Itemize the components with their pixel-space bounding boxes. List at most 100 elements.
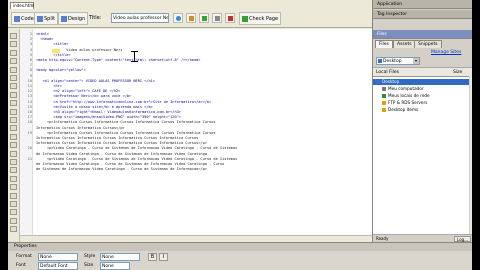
application-panel-header[interactable]: Application (373, 0, 472, 9)
code-line: </title> (36, 52, 71, 57)
coding-tool-icon[interactable] (10, 159, 17, 165)
visual-aids-button[interactable] (225, 13, 235, 23)
style-select[interactable]: None (100, 253, 140, 261)
line-number: 20 (27, 146, 32, 151)
split-view-button[interactable]: Split (34, 12, 59, 25)
file-tree-item[interactable]: Desktop items (373, 107, 472, 113)
code-line: <meta http-equiv="Content-Type" content=… (36, 58, 201, 62)
line-number: 14 (27, 99, 32, 104)
file-tree-scrollbar[interactable] (469, 76, 472, 236)
refresh-button[interactable] (199, 13, 209, 23)
coding-tool-icon[interactable] (10, 125, 17, 132)
file-tree-item[interactable]: Meu computador (373, 86, 472, 92)
right-panel-dock: Application Tag Inspector Files Files As… (372, 0, 472, 242)
view-options-button[interactable] (212, 13, 222, 23)
line-number: 13 (27, 94, 32, 99)
coding-tool-icon[interactable] (10, 209, 17, 216)
line-number: 11 (27, 84, 32, 88)
design-view-label: Design (68, 16, 86, 22)
coding-tool-icon[interactable] (10, 49, 17, 56)
line-number: 8 (29, 68, 32, 73)
view-options-icon (215, 16, 220, 21)
code-line: <p>Informatica Cursos Informatica Cursos… (36, 130, 216, 135)
title-input[interactable]: Video aulas professor Neri (111, 13, 169, 23)
bold-button[interactable]: B (148, 253, 157, 261)
coding-tool-icon[interactable] (10, 58, 17, 65)
file-tree-item[interactable]: Meus locais de rede (373, 93, 472, 99)
coding-tool-icon[interactable] (10, 75, 17, 81)
line-number: 21 (27, 156, 32, 161)
coding-tool-icon[interactable] (10, 33, 17, 39)
coding-tool-icon[interactable] (10, 184, 17, 191)
line-number: 18 (27, 120, 32, 125)
coding-tool-icon[interactable] (10, 83, 17, 90)
code-editor[interactable]: 1 2 3 4 5 6 7 8 9 10 11 12 13 14 15 16 17 18 19 20 21 <html>… (20, 29, 372, 235)
code-line: <img src="imagens/ensaiVideo.PNG" width=… (36, 115, 181, 120)
coding-tool-icon[interactable] (10, 226, 17, 233)
coding-tool-icon[interactable] (10, 91, 17, 98)
coding-tool-icon[interactable] (10, 150, 17, 157)
folder-icon (382, 87, 386, 91)
code-line: <a href="http://www.informaticaonline.co… (36, 99, 212, 104)
line-number: 19 (27, 130, 32, 135)
coding-tool-icon[interactable] (10, 108, 17, 115)
folder-icon (382, 108, 386, 112)
code-line: <p>Informatica Cursos Informatica Cursos… (36, 120, 216, 125)
file-tree-item[interactable]: FTP & RDS Servers (373, 100, 472, 106)
file-tree-item-label: Meu computador (388, 86, 424, 91)
coding-tool-icon[interactable] (10, 100, 17, 107)
code-line: <h3 align="right">Email: Videoaulas@info… (36, 110, 181, 114)
tag-inspector-panel-header[interactable]: Tag Inspector (373, 10, 472, 19)
coding-tool-icon[interactable] (10, 66, 17, 73)
tab-snippets[interactable]: Snippets (414, 40, 442, 48)
tab-assets[interactable]: Assets (393, 40, 416, 48)
document-toolbar: Code Split Design Title: Video aulas pro… (8, 9, 372, 28)
coding-tool-icon[interactable] (10, 142, 17, 149)
coding-tool-icon[interactable] (10, 175, 17, 182)
tab-files[interactable]: Files (375, 40, 393, 48)
coding-tool-icon[interactable] (10, 217, 17, 224)
code-line: Informatica Cursos Informatica Cursos</p… (36, 125, 125, 130)
site-select[interactable]: Desktop ▾ (376, 57, 420, 65)
split-view-label: Split (44, 16, 56, 22)
design-view-button[interactable]: Design (58, 12, 89, 25)
coding-tool-icon[interactable] (10, 117, 17, 123)
size-select[interactable]: None (100, 262, 130, 270)
refresh-icon (202, 16, 207, 21)
file-list-header: Local Files Size (373, 67, 472, 76)
coding-toolbar (8, 29, 20, 242)
line-number: 2 (29, 37, 32, 42)
code-line: Informatica Cursos Informatica Cursos In… (36, 141, 207, 146)
file-tree-item-label: FTP & RDS Servers (388, 100, 428, 105)
line-number: 9 (29, 73, 32, 78)
file-tree-item[interactable]: Desktop (373, 79, 472, 85)
code-line: <title> (36, 42, 69, 47)
line-number: 10 (27, 78, 32, 83)
check-page-button[interactable]: Check Page (239, 12, 282, 25)
coding-tool-icon[interactable] (10, 133, 17, 140)
manage-sites-link[interactable]: Manage Sites (431, 50, 461, 55)
coding-tool-icon[interactable] (10, 167, 17, 174)
file-tree-item-label: Desktop (382, 79, 400, 84)
line-number: 5 (29, 52, 32, 57)
file-management-button[interactable] (173, 13, 183, 23)
coding-tool-icon[interactable] (10, 192, 17, 199)
code-view-label: Code (21, 16, 34, 22)
font-select[interactable]: Default Font (38, 262, 78, 270)
code-line: <html> (36, 32, 49, 36)
format-label: Format (16, 254, 32, 259)
horizontal-scrollbar[interactable] (20, 235, 372, 242)
code-line: <h1 align="center"> VIDEO AULAS PROFESSO… (36, 78, 155, 83)
preview-button[interactable] (186, 13, 196, 23)
folder-icon (376, 80, 380, 84)
properties-title[interactable]: Properties (8, 243, 472, 251)
line-number-gutter: 1 2 3 4 5 6 7 8 9 10 11 12 13 14 15 16 17 18 19 20 21 (20, 29, 33, 235)
files-panel-header[interactable]: Files (373, 30, 472, 39)
coding-tool-icon[interactable] (10, 41, 17, 48)
file-tree-item-label: Meus locais de rede (388, 93, 430, 98)
coding-tool-icon[interactable] (10, 201, 17, 207)
code-view-button[interactable]: Code (11, 12, 37, 25)
format-select[interactable]: None (38, 253, 78, 261)
document-tab[interactable]: index.html (10, 2, 34, 9)
italic-button[interactable]: I (159, 253, 168, 261)
